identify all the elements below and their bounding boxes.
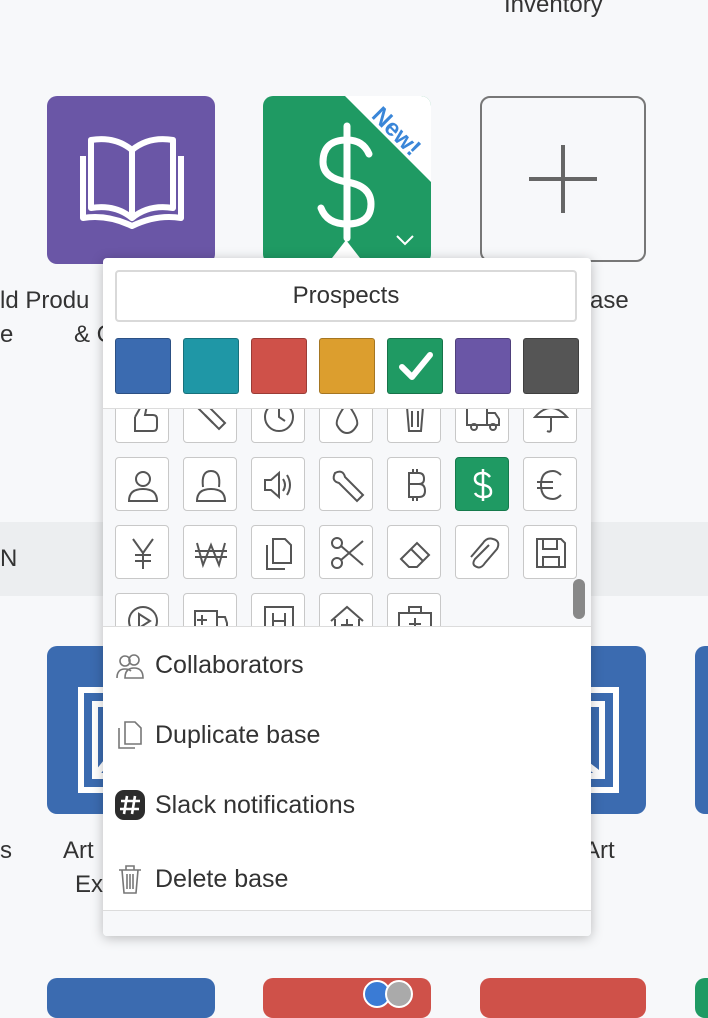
icon-option-scissors[interactable] [319, 525, 373, 579]
duplicate-base-label: Duplicate base [155, 721, 321, 749]
color-swatch-yellow[interactable] [319, 338, 375, 394]
icon-grid-scrollbar[interactable] [573, 579, 585, 619]
base-tile-partial[interactable] [263, 978, 431, 1018]
base-name-input[interactable] [115, 270, 577, 322]
base-label-add-base: ase [590, 287, 629, 314]
ambulance-icon [194, 610, 228, 626]
base-tile-partial[interactable] [695, 978, 708, 1018]
dollar-icon [473, 469, 493, 501]
menu-item-slack-notifications[interactable]: Slack notifications [103, 772, 591, 838]
color-swatch-blue[interactable] [115, 338, 171, 394]
icon-option-floppy[interactable] [523, 525, 577, 579]
truck-icon [466, 409, 500, 431]
base-tile-prospects[interactable]: New! [263, 96, 431, 264]
icon-option-yen[interactable] [115, 525, 169, 579]
icon-option-play[interactable] [115, 593, 169, 626]
icon-option-umbrella[interactable] [523, 409, 577, 443]
icon-option-eraser[interactable] [387, 525, 441, 579]
bitcoin-icon [408, 469, 427, 501]
base-tile-partial[interactable] [695, 646, 708, 814]
icon-option-documents[interactable] [251, 525, 305, 579]
person-female-icon [195, 469, 227, 502]
home-medical-icon [330, 605, 364, 626]
icon-option-trash[interactable] [387, 409, 441, 443]
trash-icon [119, 865, 141, 894]
icon-option-drop[interactable] [319, 409, 373, 443]
clock-icon [264, 409, 294, 432]
plus-icon [529, 145, 597, 213]
person-icon [127, 471, 159, 502]
chevron-down-icon[interactable] [395, 234, 415, 246]
scissors-icon [331, 537, 364, 569]
icon-option-speaker[interactable] [251, 457, 305, 511]
icon-option-euro[interactable] [523, 457, 577, 511]
base-label-fragment: e [0, 321, 14, 348]
thumbs-up-icon [134, 409, 158, 432]
base-label-fragment: s [0, 837, 12, 864]
icon-option-ambulance[interactable] [183, 593, 237, 626]
ticket-icon [197, 409, 227, 431]
collaborator-avatar [385, 980, 413, 1008]
workspace-header-label: N [0, 545, 18, 572]
popover-footer [103, 911, 591, 936]
first-aid-kit-icon [398, 606, 432, 626]
slack-icon [115, 790, 145, 820]
dollar-icon [317, 122, 375, 242]
yen-icon [132, 538, 154, 569]
base-label-fragment: Ex [75, 871, 104, 898]
base-label-inventory: Inventory [504, 0, 603, 18]
color-swatch-green[interactable] [387, 338, 443, 394]
play-icon [128, 606, 158, 626]
paperclip-icon [470, 537, 500, 569]
speaker-icon [264, 470, 291, 500]
base-tile-product-catalog[interactable] [47, 96, 215, 264]
base-label-art: Art [63, 837, 94, 864]
euro-icon [537, 469, 562, 501]
icon-option-person[interactable] [115, 457, 169, 511]
menu-item-collaborators[interactable]: Collaborators [103, 632, 591, 698]
icon-option-truck[interactable] [455, 409, 509, 443]
base-options-popover: Collaborators Duplicate base Slack notif… [103, 258, 591, 936]
base-tile-partial[interactable] [480, 978, 646, 1018]
icon-option-person-female[interactable] [183, 457, 237, 511]
menu-item-delete-base[interactable]: Delete base [103, 846, 591, 912]
book-icon [80, 136, 184, 229]
color-swatch-gray[interactable] [523, 338, 579, 394]
icon-option-wrench[interactable] [319, 457, 373, 511]
icon-option-paperclip[interactable] [455, 525, 509, 579]
icon-option-hospital[interactable] [251, 593, 305, 626]
icon-option-first-aid[interactable] [387, 593, 441, 626]
duplicate-icon [118, 721, 142, 749]
base-tile-partial[interactable] [47, 978, 215, 1018]
hospital-icon [264, 606, 294, 626]
water-drop-icon [335, 409, 359, 435]
wrench-icon [332, 470, 365, 503]
documents-icon [266, 538, 292, 570]
color-swatch-red[interactable] [251, 338, 307, 394]
icon-option-won[interactable] [183, 525, 237, 579]
base-label-product-catalog: ld Produ [0, 287, 90, 314]
delete-base-label: Delete base [155, 865, 289, 893]
checkmark-icon [399, 352, 433, 380]
icon-option-ticket[interactable] [183, 409, 237, 443]
menu-item-duplicate-base[interactable]: Duplicate base [103, 702, 591, 768]
popover-caret [332, 240, 360, 258]
icon-option-dollar[interactable] [455, 457, 509, 511]
trash-icon [406, 409, 424, 432]
floppy-disk-icon [536, 538, 566, 568]
slack-notifications-label: Slack notifications [155, 791, 356, 819]
color-swatch-purple[interactable] [455, 338, 511, 394]
icon-option-bitcoin[interactable] [387, 457, 441, 511]
won-icon [195, 542, 227, 569]
icon-option-thumbs-up[interactable] [115, 409, 169, 443]
collaborators-icon [116, 654, 144, 679]
color-swatch-teal[interactable] [183, 338, 239, 394]
eraser-icon [399, 541, 431, 568]
umbrella-icon [533, 409, 569, 433]
icon-picker-grid[interactable] [103, 408, 591, 627]
collaborators-label: Collaborators [155, 651, 304, 679]
icon-option-home-medical[interactable] [319, 593, 373, 626]
add-base-tile[interactable] [480, 96, 646, 262]
icon-option-clock[interactable] [251, 409, 305, 443]
